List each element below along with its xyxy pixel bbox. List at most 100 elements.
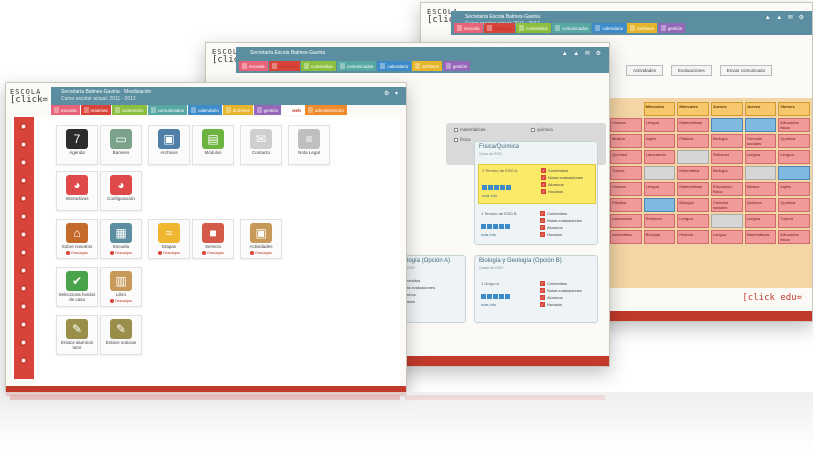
- link-notas[interactable]: ✓Notas evaluaciones: [540, 288, 582, 293]
- timetable-slot[interactable]: Historia: [610, 118, 642, 132]
- module-tile[interactable]: ≡ Nota Legal: [288, 125, 330, 165]
- timetable-slot[interactable]: Lengua: [643, 182, 676, 196]
- module-tile[interactable]: ✎ Enlace noticias: [100, 315, 142, 355]
- tab-gestión[interactable]: gestión: [442, 61, 471, 71]
- downloads-link[interactable]: Descargas: [158, 250, 180, 255]
- tab-escuela[interactable]: escuela: [51, 105, 80, 115]
- timetable-slot[interactable]: Tutoría: [778, 214, 810, 228]
- timetable-slot[interactable]: Química: [778, 134, 810, 148]
- timetable-slot-free[interactable]: [710, 214, 743, 228]
- grade-pills[interactable]: [482, 185, 511, 190]
- link-contenidos[interactable]: ✓Contenidos: [540, 211, 582, 216]
- toolbar-button[interactable]: Actividades: [626, 65, 664, 76]
- timetable-slot[interactable]: Lengua: [643, 118, 676, 132]
- timetable-slot[interactable]: Lengua: [744, 214, 777, 228]
- tab-gestión[interactable]: gestión: [253, 105, 282, 115]
- timetable-slot[interactable]: Informática: [610, 230, 642, 244]
- module-tile[interactable]: ✔ Selecciona fondos de casa: [56, 267, 98, 307]
- module-tile[interactable]: 7 Agenda: [56, 125, 98, 165]
- tab-web[interactable]: web: [282, 105, 304, 115]
- timetable-slot[interactable]: Música: [744, 182, 777, 196]
- timetable-slot[interactable]: Laboratorio: [643, 150, 676, 164]
- downloads-link[interactable]: Descargas: [66, 250, 88, 255]
- tab-archivos[interactable]: archivos: [222, 105, 253, 115]
- header-icons[interactable]: ▲ ▲ ✉ ⚙: [765, 14, 806, 21]
- timetable-slot[interactable]: Historia: [677, 230, 709, 244]
- timetable-slot[interactable]: Educación física: [710, 182, 743, 196]
- tab-gestión[interactable]: gestión: [657, 23, 686, 33]
- module-tile[interactable]: ◕ Interactivos: [56, 171, 98, 211]
- timetable-slot-highlight[interactable]: [744, 118, 777, 132]
- link-alumnos[interactable]: ✓Alumnos: [540, 225, 582, 230]
- link-notas[interactable]: ✓Notas evaluaciones: [541, 175, 583, 180]
- tab-calendario[interactable]: calendario: [377, 61, 412, 71]
- tab-contenidos[interactable]: contenidos: [301, 61, 336, 71]
- header-icons[interactable]: ▲ ▲ ✉ ⚙: [562, 50, 603, 57]
- timetable-slot[interactable]: Informática: [677, 166, 709, 180]
- module-tile[interactable]: ▣ Archivos: [148, 125, 190, 165]
- filter-option[interactable]: química: [531, 127, 553, 132]
- downloads-link[interactable]: Descargas: [110, 298, 132, 303]
- link-alumnos[interactable]: ✓Alumnos: [540, 295, 582, 300]
- tab-comunicados[interactable]: comunicados: [336, 61, 377, 71]
- header-icons[interactable]: ⚙ ▾: [384, 90, 400, 97]
- link-contenidos[interactable]: ✓Contenidos: [541, 168, 583, 173]
- timetable-slot[interactable]: Matemáticas: [677, 118, 709, 132]
- tab-materias[interactable]: materias: [80, 105, 111, 115]
- tab-calendario[interactable]: calendario: [188, 105, 222, 115]
- link-horarios[interactable]: ✓Horarios: [540, 232, 582, 237]
- tab-comunicados[interactable]: comunicados: [551, 23, 592, 33]
- tab-contenidos[interactable]: contenidos: [516, 23, 551, 33]
- timetable-slot-free[interactable]: [677, 150, 709, 164]
- grade-pills[interactable]: [481, 294, 510, 299]
- filter-option[interactable]: matemáticas: [454, 127, 486, 132]
- card-title[interactable]: Biología y Geología (Opción B): [475, 256, 597, 266]
- module-tile[interactable]: ◕ Configuración: [100, 171, 142, 211]
- timetable-slot-highlight[interactable]: [710, 118, 743, 132]
- grade-pills[interactable]: [481, 224, 510, 229]
- more-info-link[interactable]: más info: [481, 232, 496, 237]
- timetable-slot-free[interactable]: [643, 166, 676, 180]
- timetable-slot[interactable]: Educación física: [778, 230, 810, 244]
- app-logo[interactable]: ESCOLA [click=: [10, 89, 48, 105]
- timetable-slot[interactable]: Lengua: [710, 230, 743, 244]
- module-tile[interactable]: ▦ Escuela Descargas: [100, 219, 142, 259]
- timetable-slot[interactable]: Lengua: [677, 214, 709, 228]
- downloads-link[interactable]: Descargas: [202, 250, 224, 255]
- timetable-slot-highlight[interactable]: [778, 166, 810, 180]
- tab-escuela[interactable]: escuela: [454, 23, 483, 33]
- tab-materias[interactable]: materias: [483, 23, 516, 33]
- timetable-slot[interactable]: Ciencias sociales: [710, 198, 743, 212]
- tab-calendario[interactable]: calendario: [592, 23, 627, 33]
- timetable-slot[interactable]: Educación física: [778, 118, 810, 132]
- timetable-slot[interactable]: Plástica: [610, 198, 642, 212]
- timetable-slot[interactable]: Biología: [643, 230, 676, 244]
- timetable-slot[interactable]: Biología: [710, 166, 743, 180]
- more-info-link[interactable]: más info: [482, 193, 497, 198]
- tab-escuela[interactable]: escuela: [239, 61, 268, 71]
- more-info-link[interactable]: más info: [481, 302, 496, 307]
- module-tile[interactable]: ■ Servicio Descargas: [192, 219, 234, 259]
- link-alumnos[interactable]: ✓Alumnos: [541, 182, 583, 187]
- module-tile[interactable]: ≈ Etapas Descargas: [148, 219, 190, 259]
- link-horarios[interactable]: ✓Horarios: [541, 189, 583, 194]
- timetable-slot[interactable]: Matemáticas: [744, 230, 777, 244]
- card-title[interactable]: Física/Química: [475, 142, 597, 152]
- module-tile[interactable]: ▤ Módulos: [192, 125, 234, 165]
- timetable-slot[interactable]: Inglés: [643, 134, 676, 148]
- timetable-slot[interactable]: Refuerzo: [643, 214, 676, 228]
- timetable-slot[interactable]: Matemáticas: [677, 182, 709, 196]
- link-contenidos[interactable]: ✓Contenidos: [540, 281, 582, 286]
- module-tile[interactable]: ✉ Contacto: [240, 125, 282, 165]
- tab-administración[interactable]: administración: [304, 105, 347, 115]
- tab-materias[interactable]: materias: [268, 61, 301, 71]
- link-notas[interactable]: ✓Notas evaluaciones: [540, 218, 582, 223]
- timetable-slot[interactable]: Música: [610, 134, 642, 148]
- filter-option[interactable]: física: [454, 137, 471, 142]
- tab-comunicados[interactable]: comunicados: [147, 105, 188, 115]
- tab-archivos[interactable]: archivos: [412, 61, 442, 71]
- module-tile[interactable]: ✎ Enlace alumnos tutor: [56, 315, 98, 355]
- timetable-slot[interactable]: Inglés: [778, 182, 810, 196]
- timetable-slot[interactable]: Lengua: [778, 150, 810, 164]
- timetable-slot[interactable]: Tutoría: [610, 166, 642, 180]
